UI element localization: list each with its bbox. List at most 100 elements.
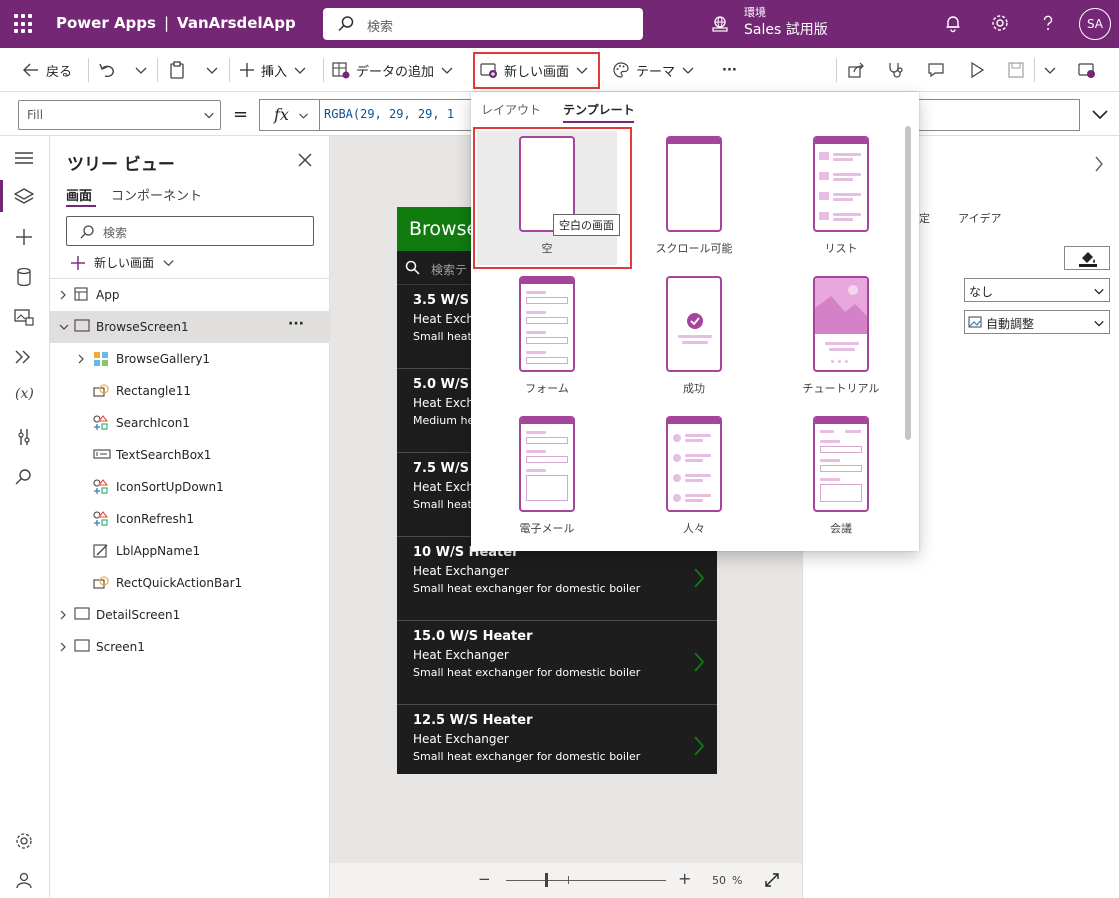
tree-item-detailscreen1[interactable]: DetailScreen1 <box>50 599 330 631</box>
template-tutorial[interactable] <box>813 276 869 372</box>
help-icon[interactable] <box>1038 13 1058 33</box>
fx-button[interactable]: fx <box>259 99 320 131</box>
template-email[interactable] <box>519 416 575 512</box>
tree-item-label: IconRefresh1 <box>116 512 195 526</box>
chevron-right-icon[interactable] <box>693 651 705 673</box>
tree-item-browsegallery1[interactable]: BrowseGallery1 <box>50 343 330 375</box>
tab-ideas[interactable]: アイデア <box>958 210 1001 226</box>
theme-button[interactable]: テーマ <box>612 48 695 92</box>
tab-components[interactable]: コンポーネント <box>111 185 202 204</box>
zoom-slider-tick <box>568 876 569 884</box>
variables-icon[interactable]: (x) <box>15 386 34 402</box>
gallery-item-title: 12.5 W/S Heater <box>413 713 533 728</box>
chevron-down-icon[interactable] <box>58 321 70 333</box>
tree-item-iconrefresh1[interactable]: IconRefresh1 <box>50 503 330 535</box>
tree-item-more-button[interactable]: ··· <box>288 316 304 332</box>
tree-item-app[interactable]: App <box>50 279 330 311</box>
menu-tab-templates[interactable]: テンプレート <box>563 101 635 118</box>
menu-scrollbar[interactable] <box>905 126 911 440</box>
gallery-item[interactable]: 12.5 W/S Heater Heat Exchanger Small hea… <box>397 705 717 789</box>
publish-icon[interactable] <box>1078 61 1096 79</box>
hamburger-icon[interactable] <box>13 150 35 166</box>
tab-screens[interactable]: 画面 <box>66 185 92 204</box>
plus-icon[interactable] <box>13 227 35 247</box>
chevron-right-icon[interactable] <box>693 735 705 757</box>
blank-template-highlight <box>473 127 632 269</box>
chevron-right-icon[interactable] <box>58 641 68 653</box>
gallery-item[interactable]: 15.0 W/S Heater Heat Exchanger Small hea… <box>397 621 717 705</box>
fit-to-screen-icon[interactable] <box>764 872 780 888</box>
environment-icon[interactable] <box>710 14 730 34</box>
more-commands-button[interactable]: ··· <box>722 48 737 92</box>
tree-new-screen-button[interactable]: 新しい画面 <box>70 254 175 271</box>
tree-item-rectangle11[interactable]: Rectangle11 <box>50 375 330 407</box>
global-search-placeholder: 検索 <box>367 20 394 35</box>
virtual-agent-icon[interactable] <box>13 870 35 890</box>
tree-search-input[interactable]: 検索 <box>66 216 314 246</box>
stethoscope-icon[interactable] <box>886 61 904 79</box>
undo-dropdown[interactable] <box>134 48 148 92</box>
chevron-down-icon[interactable] <box>1043 63 1057 77</box>
database-icon[interactable] <box>13 267 35 287</box>
fill-color-picker[interactable] <box>1064 246 1110 270</box>
zoom-slider-track[interactable] <box>506 880 666 881</box>
tree-item-browsescreen1[interactable]: BrowseScreen1 ··· <box>50 311 330 343</box>
tools-icon[interactable] <box>13 427 35 447</box>
share-icon[interactable] <box>847 61 865 79</box>
tree-item-searchicon1[interactable]: SearchIcon1 <box>50 407 330 439</box>
zoom-out-button[interactable]: − <box>478 870 491 888</box>
template-scrollable[interactable] <box>666 136 722 232</box>
bell-icon[interactable] <box>943 13 963 33</box>
tree-item-textsearchbox1[interactable]: TextSearchBox1 <box>50 439 330 471</box>
paste-button[interactable] <box>168 48 186 92</box>
chevron-right-icon[interactable] <box>76 353 86 365</box>
zoom-slider-thumb[interactable] <box>545 873 548 887</box>
image-position-dropdown[interactable]: 自動調整 <box>964 310 1110 334</box>
tree-item-screen1[interactable]: Screen1 <box>50 631 330 663</box>
insert-button[interactable]: 挿入 <box>239 48 307 92</box>
property-dropdown[interactable]: Fill <box>18 100 221 130</box>
template-people[interactable] <box>666 416 722 512</box>
layers-icon[interactable] <box>13 187 35 207</box>
template-list[interactable] <box>813 136 869 232</box>
tree-item-label: RectQuickActionBar1 <box>116 576 243 590</box>
chevron-right-icon[interactable] <box>58 609 68 621</box>
tree-item-lblappname1[interactable]: LblAppName1 <box>50 535 330 567</box>
save-icon[interactable] <box>1007 61 1025 79</box>
tree-item-iconsortupdown1[interactable]: IconSortUpDown1 <box>50 471 330 503</box>
app-launcher-icon[interactable] <box>14 14 34 34</box>
gear-icon[interactable] <box>990 13 1010 33</box>
project-name[interactable]: VanArsdelApp <box>177 14 296 32</box>
undo-button[interactable] <box>98 48 116 92</box>
media-icon[interactable] <box>13 307 35 327</box>
close-icon[interactable] <box>297 152 313 168</box>
user-avatar[interactable]: SA <box>1079 8 1111 40</box>
environment-name[interactable]: Sales 試用版 <box>744 19 828 39</box>
back-button[interactable]: 戻る <box>22 48 72 92</box>
power-automate-icon[interactable] <box>13 347 35 367</box>
tree-item-rectquickactionbar1[interactable]: RectQuickActionBar1 <box>50 567 330 599</box>
template-tooltip: 空白の画面 <box>553 214 620 236</box>
expand-formula-icon[interactable] <box>1091 107 1109 123</box>
play-icon[interactable] <box>968 61 986 79</box>
comment-icon[interactable] <box>927 61 945 79</box>
chevron-right-icon[interactable] <box>693 567 705 589</box>
gear-icon[interactable] <box>13 831 35 851</box>
chevron-right-icon[interactable] <box>58 289 68 301</box>
chevron-down-icon <box>1094 320 1104 327</box>
gallery-item-title: 15.0 W/S Heater <box>413 629 533 644</box>
template-form[interactable] <box>519 276 575 372</box>
template-success[interactable] <box>666 276 722 372</box>
tree-search-placeholder: 検索 <box>103 226 128 240</box>
chevron-right-icon[interactable] <box>1093 155 1105 173</box>
zoom-in-button[interactable]: + <box>678 869 691 888</box>
border-style-dropdown[interactable]: なし <box>964 278 1110 302</box>
template-meeting[interactable] <box>813 416 869 512</box>
search-icon[interactable] <box>13 467 35 487</box>
global-search-input[interactable]: 検索 <box>323 8 643 40</box>
add-data-button[interactable]: データの追加 <box>332 48 454 92</box>
tab-advanced-partial[interactable]: 定 <box>919 210 930 226</box>
paste-dropdown[interactable] <box>205 48 219 92</box>
menu-tab-layout[interactable]: レイアウト <box>481 101 541 118</box>
preview-header-title: Browse <box>409 218 479 240</box>
